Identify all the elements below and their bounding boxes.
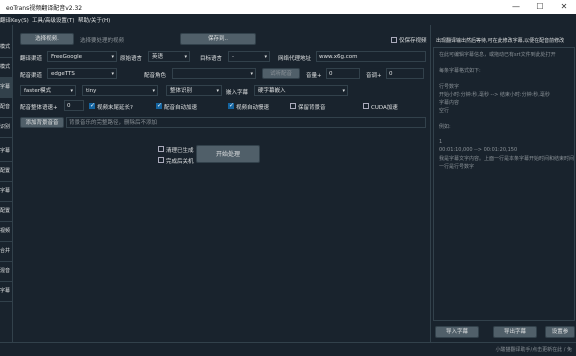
sidebar-tab-7[interactable]: 配置 bbox=[0, 161, 13, 182]
auto-speed-voice-checkbox[interactable] bbox=[156, 102, 162, 109]
settings-button[interactable]: 设置参 bbox=[545, 326, 575, 338]
chevron-down-icon: ▾ bbox=[111, 54, 114, 60]
add-bgm-button[interactable]: 添加背景音音 bbox=[20, 117, 64, 128]
target-language-label: 目标语言 bbox=[200, 56, 223, 62]
menu-translate-key[interactable]: 翻译Key(S) bbox=[0, 16, 29, 24]
sidebar-tab-10[interactable]: 视频 bbox=[0, 221, 13, 242]
embed-subtitle-label: 嵌入字幕 bbox=[226, 90, 249, 96]
menu-help[interactable]: 帮助/关于(H) bbox=[78, 16, 110, 24]
close-icon[interactable]: ✕ bbox=[552, 1, 576, 13]
shutdown-after-checkbox[interactable] bbox=[158, 157, 164, 163]
hint-line-8: 空行 bbox=[439, 108, 450, 114]
start-processing-button[interactable]: 开始处理 bbox=[196, 145, 260, 163]
sidebar-tab-4[interactable]: 配音 bbox=[0, 97, 13, 118]
title-bar: eoTrans视频翻译配音v2.32 — ☐ ✕ bbox=[0, 0, 576, 14]
target-language-select[interactable]: - ▾ bbox=[228, 51, 270, 62]
sidebar-tab-8[interactable]: 字幕 bbox=[0, 181, 13, 202]
chevron-down-icon: ▾ bbox=[70, 88, 73, 94]
keep-bg-music-label: 保留背景音 bbox=[298, 105, 326, 111]
split-mode-select[interactable]: 整体识别 ▾ bbox=[166, 85, 222, 96]
pitch-input[interactable]: 0 bbox=[386, 68, 424, 79]
clear-cache-label: 清理已生成 bbox=[166, 148, 194, 154]
translate-channel-select[interactable]: FreeGoogle ▾ bbox=[47, 51, 117, 62]
menu-bar: 翻译Key(S) 工具/高级设置(T) 帮助/关于(H) bbox=[0, 14, 576, 25]
only-save-video-label: 仅保存视频 bbox=[399, 38, 427, 44]
sidebar-tab-11[interactable]: 合并 bbox=[0, 241, 13, 262]
speech-rate-input[interactable]: 0 bbox=[64, 100, 84, 111]
chevron-down-icon: ▾ bbox=[152, 88, 155, 94]
auto-slow-video-checkbox[interactable] bbox=[228, 102, 234, 109]
dubbing-channel-label: 配音渠道 bbox=[20, 73, 43, 79]
left-sidebar: 模式 模式 字幕 配音 识别 字幕 配置 字幕 配置 视频 合并 混音 字幕 bbox=[0, 25, 13, 342]
minimize-icon[interactable]: — bbox=[504, 1, 528, 13]
save-to-button[interactable]: 保存到.. bbox=[180, 33, 256, 45]
hint-line-5: 行号数字 bbox=[439, 84, 460, 90]
chevron-down-icon: ▾ bbox=[216, 88, 219, 94]
speech-rate-label: 配音整体语速+ bbox=[20, 105, 58, 111]
sidebar-tab-5[interactable]: 识别 bbox=[0, 117, 13, 138]
import-subtitle-button[interactable]: 导入字幕 bbox=[435, 326, 479, 338]
dubbing-role-label: 配音角色 bbox=[144, 73, 167, 79]
dubbing-role-select[interactable]: ▾ bbox=[172, 68, 256, 79]
keep-bg-music-checkbox[interactable] bbox=[290, 103, 296, 109]
subtitle-panel-header: 出现翻译输出然后等待,可在此修改字幕,以便在配音前修改 bbox=[436, 38, 565, 44]
translate-channel-label: 翻译渠道 bbox=[20, 56, 43, 62]
select-video-hint: 选择要处理的视频 bbox=[80, 38, 125, 44]
hint-line-3: 每条字幕格式如下: bbox=[439, 68, 481, 74]
hint-line-6: 开始小时:分钟:秒,毫秒 --> 结束小时:分钟:秒,毫秒 bbox=[439, 92, 550, 98]
hint-line-13: 00:01:10,000 --> 00:01:20,150 bbox=[439, 147, 518, 153]
chevron-down-icon: ▾ bbox=[264, 54, 267, 60]
dubbing-channel-select[interactable]: edgeTTS ▾ bbox=[47, 68, 117, 79]
chevron-down-icon: ▾ bbox=[184, 54, 187, 60]
subtitle-editor-panel: 出现翻译输出然后等待,可在此修改字幕,以便在配音前修改 在此可编辑字幕信息，或拖… bbox=[430, 25, 576, 342]
sidebar-tab-3[interactable]: 字幕 bbox=[0, 77, 13, 98]
cuda-checkbox[interactable] bbox=[363, 103, 369, 109]
clear-cache-checkbox[interactable] bbox=[158, 146, 164, 152]
shutdown-after-label: 完成后关机 bbox=[166, 159, 194, 165]
hint-line-15: 一行是行号数字 bbox=[439, 164, 475, 170]
select-video-button[interactable]: 选择视频. bbox=[20, 33, 74, 45]
model-select[interactable]: tiny ▾ bbox=[82, 85, 158, 96]
hint-line-12: 1 bbox=[439, 139, 443, 145]
listen-dubbing-button[interactable]: 试听配音 bbox=[262, 68, 300, 79]
status-bar: 小酸猫翻译助手/点击更新在此 / 免 bbox=[0, 342, 576, 356]
source-language-label: 原始语言 bbox=[120, 56, 143, 62]
proxy-input[interactable]: www.x6g.com bbox=[316, 51, 426, 62]
hint-line-7: 字幕内容 bbox=[439, 100, 460, 106]
hint-line-14: 我是字幕文字内容。上面一行是本条字幕开始时间和结束时间 bbox=[439, 156, 575, 162]
export-subtitle-button[interactable]: 导出字幕 bbox=[493, 326, 537, 338]
chevron-down-icon: ▾ bbox=[111, 71, 114, 77]
chevron-down-icon: ▾ bbox=[342, 88, 345, 94]
sidebar-tab-13[interactable]: 字幕 bbox=[0, 281, 13, 302]
embed-subtitle-select[interactable]: 硬字幕嵌入 ▾ bbox=[254, 85, 348, 96]
cuda-label: CUDA加速 bbox=[371, 105, 398, 111]
status-text[interactable]: 小酸猫翻译助手/点击更新在此 / 免 bbox=[495, 346, 572, 353]
only-save-video-checkbox[interactable] bbox=[391, 37, 397, 43]
maximize-icon[interactable]: ☐ bbox=[528, 1, 552, 13]
sidebar-tab-6[interactable]: 字幕 bbox=[0, 141, 13, 162]
video-end-extend-label: 视频末尾延长? bbox=[97, 105, 133, 111]
source-language-select[interactable]: 英语 ▾ bbox=[148, 51, 190, 62]
window-title: eoTrans视频翻译配音v2.32 bbox=[6, 5, 83, 12]
video-end-extend-checkbox[interactable] bbox=[89, 102, 95, 109]
proxy-label: 网络代理地址 bbox=[278, 56, 312, 62]
hint-line-1: 在此可编辑字幕信息，或拖动已有srt文件到此处打开 bbox=[439, 52, 556, 58]
chevron-down-icon: ▾ bbox=[250, 71, 253, 77]
sidebar-tab-12[interactable]: 混音 bbox=[0, 261, 13, 282]
auto-speed-voice-label: 配音自动加速 bbox=[164, 105, 198, 111]
subtitle-editor-textarea[interactable]: 在此可编辑字幕信息，或拖动已有srt文件到此处打开 每条字幕格式如下: 行号数字… bbox=[433, 47, 575, 321]
volume-input[interactable]: 0 bbox=[326, 68, 360, 79]
auto-slow-video-label: 视频自动慢速 bbox=[236, 105, 270, 111]
sidebar-tab-9[interactable]: 配置 bbox=[0, 201, 13, 222]
volume-label: 音量+ bbox=[306, 73, 322, 79]
sidebar-tab-2[interactable]: 模式 bbox=[0, 57, 13, 78]
hint-line-10: 例如: bbox=[439, 124, 451, 130]
recognition-mode-select[interactable]: faster模式 ▾ bbox=[20, 85, 76, 96]
bgm-path-input[interactable]: 背景音乐的完整路径，删除后不添加 bbox=[66, 117, 426, 128]
pitch-label: 音调+ bbox=[366, 73, 382, 79]
menu-tools[interactable]: 工具/高级设置(T) bbox=[32, 16, 75, 24]
sidebar-tab-1[interactable]: 模式 bbox=[0, 37, 13, 58]
